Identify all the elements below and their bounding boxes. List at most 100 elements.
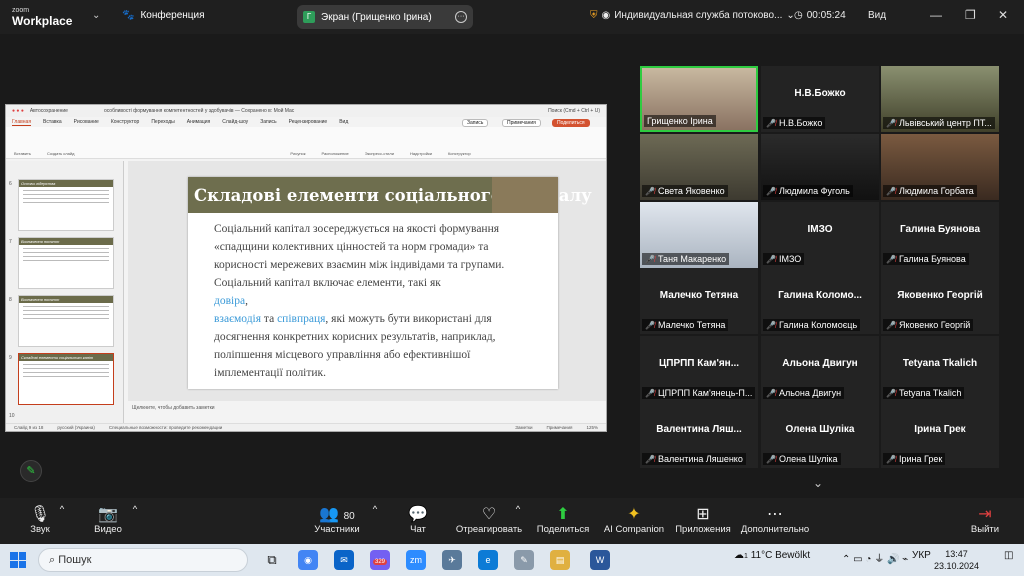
- chevron-down-icon[interactable]: ⌄: [813, 476, 823, 490]
- participant-label-text: Ірина Грек: [898, 454, 943, 464]
- apps-button[interactable]: ⊞ Приложения: [663, 504, 743, 535]
- participant-tile[interactable]: Альона Двигун 🎤̸ Альона Двигун: [761, 336, 879, 402]
- menu-transitions[interactable]: Переходы: [151, 119, 174, 125]
- arrange-button[interactable]: Расположение: [322, 151, 349, 156]
- notes-pane[interactable]: Щелкните, чтобы добавить заметки: [128, 401, 606, 415]
- viber-icon[interactable]: 329: [370, 550, 390, 570]
- participant-tile[interactable]: ЦПРПП Кам'ян... 🎤̸ ЦПРПП Кам'янець-П...: [640, 336, 758, 402]
- menu-design[interactable]: Конструктор: [111, 119, 140, 125]
- participant-tile[interactable]: Грищенко Ірина: [640, 66, 758, 132]
- menu-review[interactable]: Рецензирование: [289, 119, 328, 125]
- participant-tile[interactable]: Ірина Грек 🎤̸ Ірина Грек: [881, 402, 999, 468]
- participant-label-text: Таня Макаренко: [657, 254, 727, 264]
- slide-thumbnail[interactable]: Основи лідерства: [18, 179, 114, 231]
- ai-companion-button[interactable]: ✦ AI Companion: [594, 504, 674, 535]
- conference-menu[interactable]: 🐾 Конференция: [122, 10, 205, 21]
- participant-tile[interactable]: Яковенко Георгій 🎤̸ Яковенко Георгій: [881, 268, 999, 334]
- screen-share-pill[interactable]: Г Экран (Грищенко Ірина) ···: [297, 5, 473, 29]
- participant-tile[interactable]: Галина Коломо... 🎤̸ Галина Коломоєць: [761, 268, 879, 334]
- picture-button[interactable]: Рисунок: [290, 151, 305, 156]
- participant-name: ЦПРПП Кам'ян...: [658, 358, 740, 369]
- participant-tile[interactable]: Олена Шуліка 🎤̸ Олена Шуліка: [761, 402, 879, 468]
- stream-status[interactable]: ⛨ ◉ Индивидуальная служба потоково... ⌄: [590, 10, 795, 21]
- more-button[interactable]: ⋯ Дополнительно: [735, 504, 815, 535]
- mic-muted-icon: 🎤̸: [766, 186, 776, 196]
- shared-screen[interactable]: ● ● ● Автосохранение особливості формува…: [5, 104, 607, 432]
- menu-slideshow[interactable]: Слайд-шоу: [222, 119, 248, 125]
- video-options-caret[interactable]: ^: [130, 504, 140, 515]
- menu-home[interactable]: Главная: [12, 119, 32, 126]
- clock[interactable]: 13:47 23.10.2024: [934, 548, 979, 572]
- minimize-icon[interactable]: —: [930, 8, 942, 22]
- leave-icon: ⇥: [978, 506, 992, 523]
- participant-tile[interactable]: Галина Буянова 🎤̸ Галина Буянова: [881, 202, 999, 268]
- folder-icon[interactable]: ▤: [550, 550, 570, 570]
- share-button[interactable]: Поделиться: [552, 119, 590, 127]
- more-icon[interactable]: ···: [455, 11, 467, 23]
- slide-thumbnail[interactable]: Визначення понятт: [18, 295, 114, 347]
- participant-name: Валентина Ляш...: [656, 424, 742, 435]
- pencil-icon[interactable]: ✎: [20, 460, 42, 482]
- restore-icon[interactable]: ❐: [965, 8, 976, 22]
- menu-view[interactable]: Вид: [339, 119, 348, 125]
- participant-tile[interactable]: 🎤̸ Львівський центр ПТ...: [881, 66, 999, 132]
- menu-draw[interactable]: Рисование: [74, 119, 99, 125]
- participant-label: 🎤̸ Валентина Ляшенко: [642, 453, 746, 465]
- menu-record[interactable]: Запись: [260, 119, 276, 125]
- close-icon[interactable]: ✕: [998, 8, 1008, 22]
- menu-animation[interactable]: Анимация: [187, 119, 210, 125]
- weather-widget[interactable]: ☁1 11°C Bewölkt: [734, 550, 810, 561]
- quick-styles-button[interactable]: Экспресс-стили: [365, 151, 394, 156]
- participant-tile[interactable]: 🎤̸ Света Яковенко: [640, 134, 758, 200]
- shield-icon: ⛨: [590, 10, 598, 21]
- tray-icons[interactable]: ⌃ ▭ ◔ ⏚ 🔊 ⌁: [842, 550, 908, 565]
- leave-button[interactable]: ⇥ Выйти: [947, 504, 1023, 535]
- zoom-icon[interactable]: zm: [406, 550, 426, 570]
- view-button[interactable]: Вид: [868, 10, 886, 21]
- app-icon[interactable]: ✈: [442, 550, 462, 570]
- participant-tile[interactable]: Tetyana Tkalich 🎤̸ Tetyana Tkalich: [881, 336, 999, 402]
- participant-tile[interactable]: Н.В.Божко 🎤̸ Н.В.Божко: [761, 66, 879, 132]
- edge-icon[interactable]: e: [478, 550, 498, 570]
- audio-options-caret[interactable]: ^: [57, 504, 67, 515]
- menu-insert[interactable]: Вставка: [43, 119, 62, 125]
- app-icon[interactable]: ✎: [514, 550, 534, 570]
- language-indicator[interactable]: УКР: [912, 550, 931, 561]
- designer-button[interactable]: Конструктор: [448, 151, 471, 156]
- participant-label: 🎤̸ Альона Двигун: [763, 387, 845, 399]
- slide-thumbnail[interactable]: Визначення понятт: [18, 237, 114, 289]
- participant-label: 🎤̸ Малечко Тетяна: [642, 319, 729, 331]
- participant-tile[interactable]: Малечко Тетяна 🎤̸ Малечко Тетяна: [640, 268, 758, 334]
- participant-label: 🎤̸ ІМЗО: [763, 253, 805, 265]
- participant-tile[interactable]: 🎤̸ Людмила Фуголь: [761, 134, 879, 200]
- record-button[interactable]: Запись: [462, 119, 489, 127]
- react-caret[interactable]: ^: [513, 504, 523, 515]
- new-slide-button[interactable]: Создать слайд: [47, 151, 74, 156]
- chat-button[interactable]: 💬 Чат: [378, 504, 458, 535]
- sparkle-icon: ✦: [627, 506, 641, 523]
- windows-start-icon[interactable]: [10, 552, 26, 568]
- people-icon: 👥: [319, 506, 340, 523]
- participant-tile[interactable]: ІМЗО 🎤̸ ІМЗО: [761, 202, 879, 268]
- current-slide[interactable]: Складові елементи соціального капіталу С…: [188, 177, 592, 389]
- notification-icon[interactable]: ◫: [1004, 550, 1013, 561]
- more-icon: ⋯: [767, 506, 783, 523]
- comments-button[interactable]: Примечания: [502, 119, 541, 127]
- participant-label: 🎤̸ Ірина Грек: [883, 453, 946, 465]
- chevron-down-icon[interactable]: ⌄: [92, 10, 100, 21]
- participant-tile[interactable]: 🎤̸ Таня Макаренко: [640, 202, 758, 268]
- participant-label-text: ІМЗО: [778, 254, 802, 264]
- taskbar-search[interactable]: ⌕ Пошук: [38, 548, 248, 572]
- chrome-icon[interactable]: ◉: [298, 550, 318, 570]
- addins-button[interactable]: Надстройки: [410, 151, 432, 156]
- task-view-icon[interactable]: ⧉: [262, 550, 282, 570]
- participant-label: 🎤̸ Света Яковенко: [642, 185, 728, 197]
- paste-button[interactable]: Вставить: [14, 151, 31, 156]
- share-screen-button[interactable]: ⬆ Поделиться: [523, 504, 603, 535]
- mail-icon[interactable]: ✉: [334, 550, 354, 570]
- participant-tile[interactable]: Валентина Ляш... 🎤̸ Валентина Ляшенко: [640, 402, 758, 468]
- participant-tile[interactable]: 🎤̸ Людмила Горбата: [881, 134, 999, 200]
- slide-thumbnail-selected[interactable]: Складові елементи соціального капіт: [18, 353, 114, 405]
- participants-button[interactable]: 👥 80 Участники: [297, 504, 377, 535]
- word-icon[interactable]: W: [590, 550, 610, 570]
